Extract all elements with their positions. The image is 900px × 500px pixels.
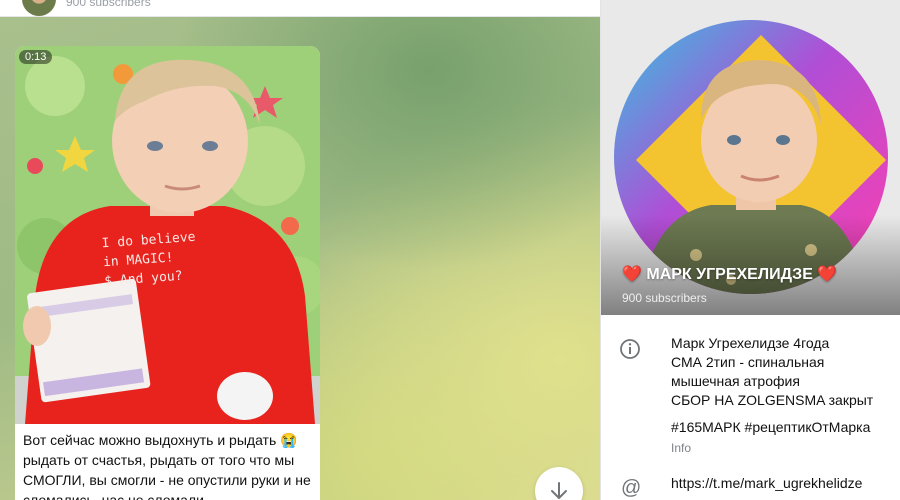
- header-subscribers: 900 subscribers: [66, 0, 151, 9]
- chat-area: 900 subscribers I do believe in MAGIC! $…: [0, 0, 600, 500]
- caption-line: рыдать от счастья, рыдать от того что мы: [23, 452, 295, 468]
- bio-line: СМА 2тип - спинальная: [671, 354, 825, 370]
- profile-panel: ❤️ МАРК УГРЕХЕЛИДЗЕ ❤️ 900 subscribers М…: [600, 0, 900, 500]
- caption-line: СМОГЛИ, вы смогли - не опустили руки и н…: [23, 472, 311, 488]
- channel-description: Марк Угрехелидзе 4года СМА 2тип - спинал…: [671, 334, 896, 458]
- chat-header[interactable]: 900 subscribers: [0, 0, 600, 17]
- arrow-down-icon: [551, 482, 567, 499]
- bio-line: Марк Угрехелидзе 4года: [671, 335, 830, 351]
- video-duration: 0:13: [19, 50, 53, 64]
- at-icon: @: [621, 477, 642, 499]
- bio-line: мышечная атрофия: [671, 373, 800, 389]
- caption-line: сломались, нас не сломали ...: [23, 492, 220, 500]
- scroll-down-button[interactable]: [535, 467, 583, 500]
- channel-name: ❤️ МАРК УГРЕХЕЛИДЗЕ ❤️: [622, 266, 838, 283]
- channel-avatar[interactable]: [22, 0, 56, 16]
- info-icon: [620, 339, 640, 359]
- video-thumbnail[interactable]: I do believe in MAGIC! $ And you? 0:13: [15, 46, 320, 424]
- shirt-print: I do believe in MAGIC! $ And you?: [101, 228, 199, 291]
- message-caption: Вот сейчас можно выдохнуть и рыдать 😭 ры…: [23, 430, 315, 500]
- channel-subscribers: 900 subscribers: [622, 291, 707, 305]
- caption-line: Вот сейчас можно выдохнуть и рыдать 😭: [23, 432, 298, 448]
- hashtags[interactable]: #165МАРК #рецептикОтМарка: [671, 418, 896, 437]
- info-label: Info: [671, 441, 692, 455]
- profile-cover[interactable]: ❤️ МАРК УГРЕХЕЛИДЗЕ ❤️ 900 subscribers: [601, 0, 900, 315]
- bio-line: СБОР НА ZOLGENSMA закрыт: [671, 392, 874, 408]
- channel-link[interactable]: https://t.me/mark_ugrekhelidze: [671, 475, 862, 491]
- message-bubble: I do believe in MAGIC! $ And you? 0:13 В…: [15, 46, 320, 500]
